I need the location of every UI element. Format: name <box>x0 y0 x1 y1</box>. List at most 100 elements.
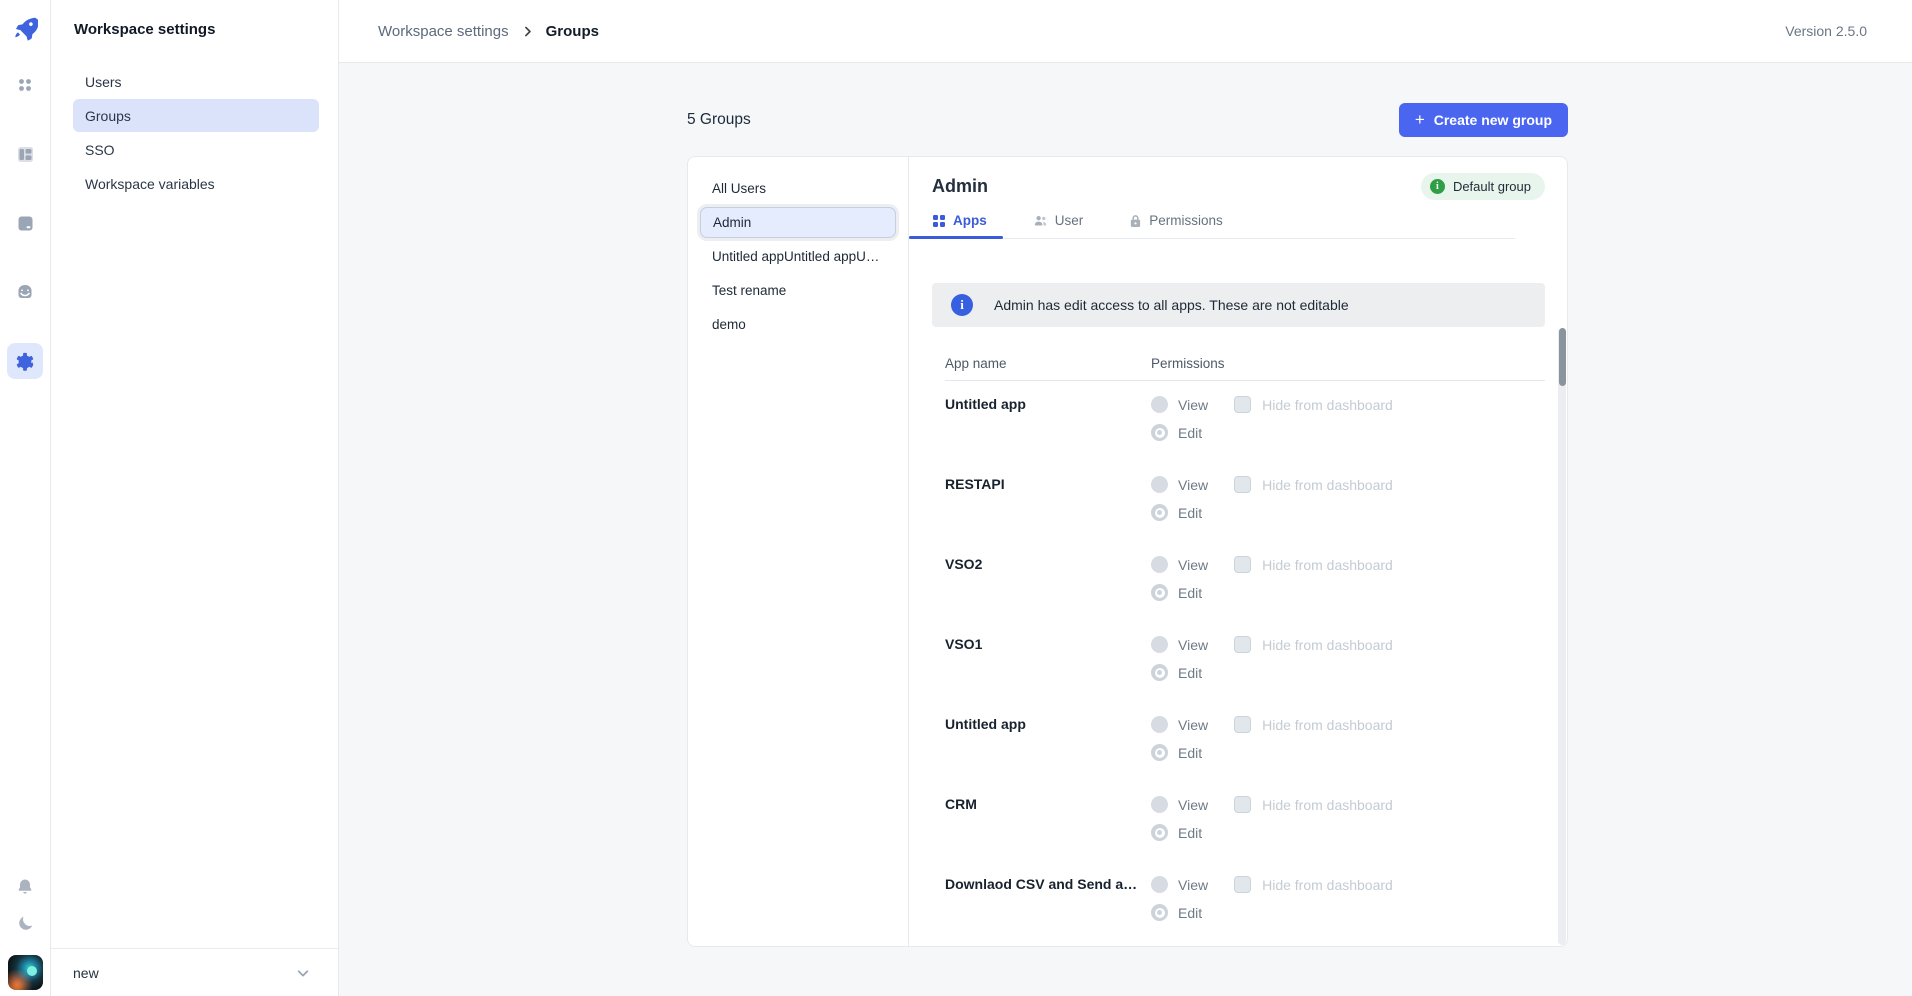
view-label: View <box>1178 477 1208 493</box>
tab-label: User <box>1055 213 1084 228</box>
database-nav-icon[interactable] <box>7 205 43 241</box>
tab-label: Apps <box>953 213 987 228</box>
group-list: All UsersAdminUntitled appUntitled appUn… <box>688 157 909 946</box>
groups-card: All UsersAdminUntitled appUntitled appUn… <box>687 156 1568 947</box>
hide-from-dashboard-checkbox[interactable] <box>1234 796 1251 813</box>
top-bar: Workspace settings Groups Version 2.5.0 <box>339 0 1912 63</box>
pages-nav-icon[interactable] <box>7 136 43 172</box>
tab-user[interactable]: User <box>1017 213 1100 238</box>
permissions-cell: View Hide from dashboard <box>1151 796 1393 861</box>
settings-sidebar: Workspace settings UsersGroupsSSOWorkspa… <box>51 0 339 996</box>
groups-count: 5 Groups <box>687 111 751 129</box>
app-name: Downlaod CSV and Send attac... <box>945 876 1151 941</box>
view-radio[interactable] <box>1151 876 1168 893</box>
table-header: App name Permissions <box>945 347 1545 381</box>
view-label: View <box>1178 797 1208 813</box>
sidebar-item-label: Workspace variables <box>85 176 215 192</box>
column-app-name: App name <box>945 356 1151 371</box>
scrollbar-thumb[interactable] <box>1559 328 1566 386</box>
user-avatar[interactable] <box>8 955 43 990</box>
edit-radio[interactable] <box>1151 584 1168 601</box>
edit-label: Edit <box>1178 585 1202 601</box>
app-name: Untitled app <box>945 396 1151 461</box>
view-radio[interactable] <box>1151 716 1168 733</box>
view-radio[interactable] <box>1151 636 1168 653</box>
view-radio[interactable] <box>1151 796 1168 813</box>
table-row: CRM View Hide from dashboard <box>945 781 1545 861</box>
hide-from-dashboard-checkbox[interactable] <box>1234 476 1251 493</box>
lock-icon <box>1129 214 1142 228</box>
dark-mode-moon-icon[interactable] <box>7 905 43 941</box>
hide-from-dashboard-label: Hide from dashboard <box>1262 477 1393 493</box>
hide-from-dashboard-label: Hide from dashboard <box>1262 877 1393 893</box>
apps-nav-icon[interactable] <box>7 67 43 103</box>
apps-tab-content: i Admin has edit access to all apps. The… <box>909 239 1567 946</box>
edit-radio[interactable] <box>1151 744 1168 761</box>
group-list-item[interactable]: Admin <box>700 207 896 238</box>
breadcrumb: Workspace settings Groups <box>378 23 599 40</box>
hide-from-dashboard-checkbox[interactable] <box>1234 556 1251 573</box>
hide-from-dashboard-checkbox[interactable] <box>1234 396 1251 413</box>
create-group-button[interactable]: + Create new group <box>1399 103 1568 137</box>
sidebar-item-users[interactable]: Users <box>73 65 319 98</box>
permissions-cell: View Hide from dashboard <box>1151 476 1393 541</box>
notifications-bell-icon[interactable] <box>7 869 43 905</box>
chevron-right-icon <box>521 25 534 38</box>
workspace-switcher[interactable]: new <box>51 948 338 996</box>
tab-apps[interactable]: Apps <box>909 213 1003 238</box>
sidebar-item-label: SSO <box>85 142 115 158</box>
info-banner-text: Admin has edit access to all apps. These… <box>994 297 1349 313</box>
edit-radio[interactable] <box>1151 904 1168 921</box>
edit-radio[interactable] <box>1151 664 1168 681</box>
hide-from-dashboard-label: Hide from dashboard <box>1262 397 1393 413</box>
group-list-item[interactable]: Untitled appUntitled appUntitle... <box>700 241 896 272</box>
sidebar-item-label: Groups <box>85 108 131 124</box>
hide-from-dashboard-label: Hide from dashboard <box>1262 717 1393 733</box>
group-title: Admin <box>932 176 988 197</box>
edit-radio[interactable] <box>1151 824 1168 841</box>
hide-from-dashboard-label: Hide from dashboard <box>1262 797 1393 813</box>
default-group-badge: i Default group <box>1421 173 1545 200</box>
view-label: View <box>1178 717 1208 733</box>
hide-from-dashboard-checkbox[interactable] <box>1234 716 1251 733</box>
create-group-label: Create new group <box>1434 112 1552 128</box>
hide-from-dashboard-label: Hide from dashboard <box>1262 637 1393 653</box>
scrollbar-track[interactable] <box>1558 328 1566 945</box>
edit-radio[interactable] <box>1151 504 1168 521</box>
hide-from-dashboard-checkbox[interactable] <box>1234 636 1251 653</box>
group-detail-header: Admin i Default group <box>909 157 1567 200</box>
sidebar-item-label: Users <box>85 74 122 90</box>
hide-from-dashboard-checkbox[interactable] <box>1234 876 1251 893</box>
view-label: View <box>1178 557 1208 573</box>
edit-label: Edit <box>1178 745 1202 761</box>
main-area: Workspace settings Groups Version 2.5.0 … <box>339 0 1912 996</box>
chevron-down-icon <box>296 966 310 980</box>
sidebar-item-groups[interactable]: Groups <box>73 99 319 132</box>
breadcrumb-parent[interactable]: Workspace settings <box>378 23 509 40</box>
detail-tabs: Apps User Permissions <box>909 213 1515 239</box>
rocket-logo-icon[interactable] <box>10 13 40 43</box>
sidebar-item-sso[interactable]: SSO <box>73 133 319 166</box>
version-label: Version 2.5.0 <box>1785 23 1867 39</box>
edit-label: Edit <box>1178 905 1202 921</box>
group-list-item[interactable]: demo <box>700 309 896 340</box>
permissions-cell: View Hide from dashboard <box>1151 636 1393 701</box>
table-row: VSO2 View Hide from dashboard <box>945 541 1545 621</box>
permissions-cell: View Hide from dashboard <box>1151 716 1393 781</box>
breadcrumb-current: Groups <box>546 23 599 40</box>
permissions-cell: View Hide from dashboard <box>1151 556 1393 621</box>
column-permissions: Permissions <box>1151 356 1225 371</box>
info-icon: i <box>951 294 973 316</box>
tab-permissions[interactable]: Permissions <box>1113 213 1239 238</box>
group-list-item[interactable]: Test rename <box>700 275 896 306</box>
app-name: RESTAPI <box>945 476 1151 541</box>
settings-nav-icon[interactable] <box>7 343 43 379</box>
sidebar-spacer <box>51 200 338 948</box>
edit-radio[interactable] <box>1151 424 1168 441</box>
view-radio[interactable] <box>1151 396 1168 413</box>
audience-nav-icon[interactable] <box>7 274 43 310</box>
group-list-item[interactable]: All Users <box>700 173 896 204</box>
view-radio[interactable] <box>1151 556 1168 573</box>
view-radio[interactable] <box>1151 476 1168 493</box>
sidebar-item-workspace-variables[interactable]: Workspace variables <box>73 167 319 200</box>
